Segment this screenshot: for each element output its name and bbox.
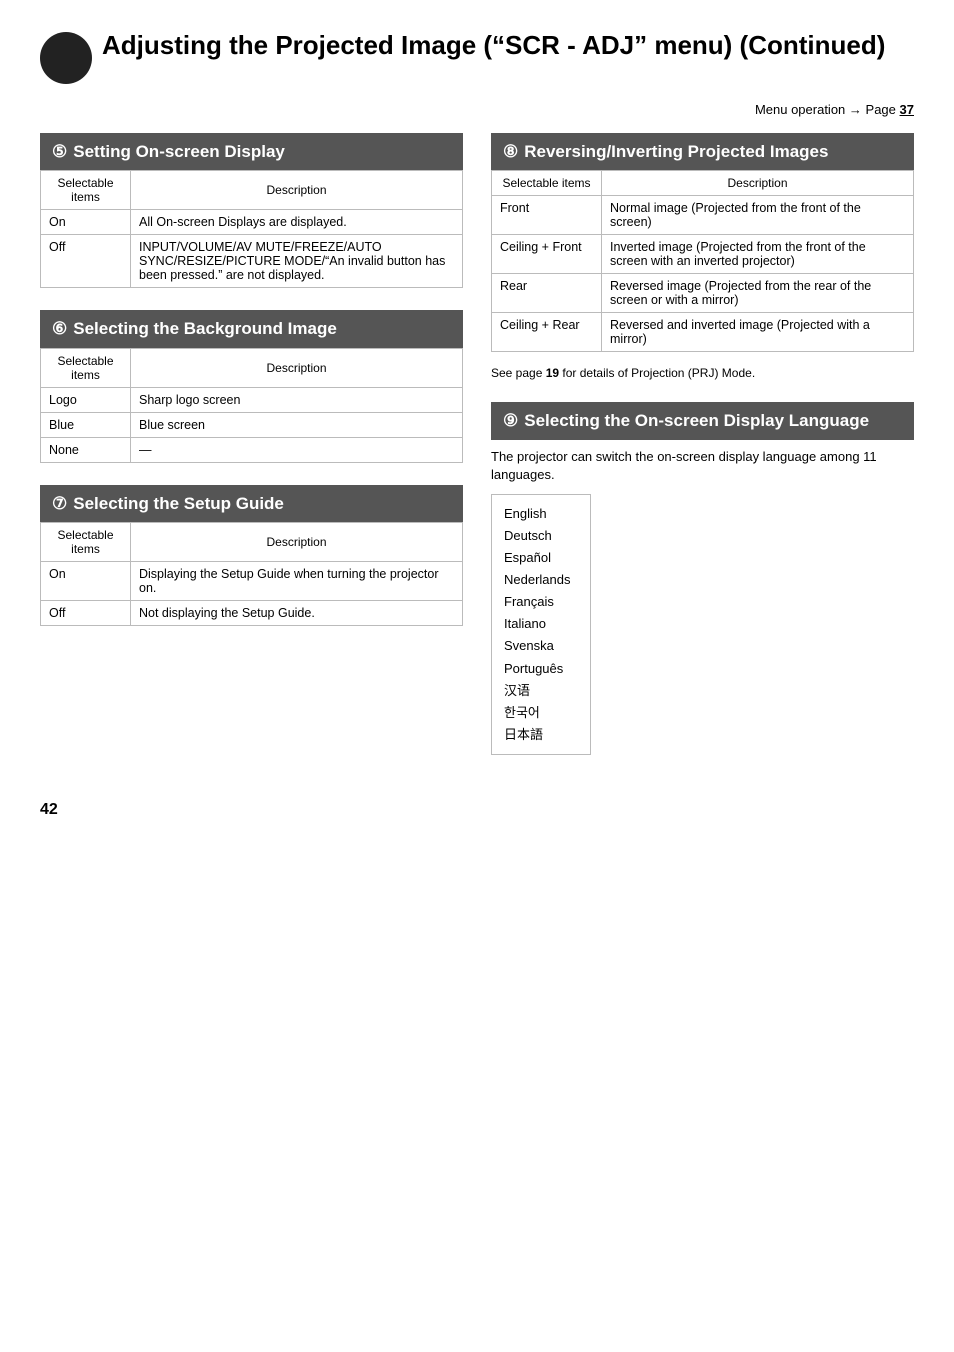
section-4-title: Setting On-screen Display	[73, 141, 285, 162]
menu-operation-text: Menu operation	[755, 102, 845, 117]
row-desc: Reversed image (Projected from the rear …	[602, 274, 914, 313]
menu-operation: Menu operation → Page 37	[40, 102, 914, 117]
table-row: OffINPUT/VOLUME/AV MUTE/FREEZE/AUTO SYNC…	[41, 235, 463, 288]
row-item: On	[41, 561, 131, 600]
s5-col-description: Description	[131, 348, 463, 387]
row-item: Off	[41, 600, 131, 625]
row-desc: Inverted image (Projected from the front…	[602, 235, 914, 274]
row-item: Off	[41, 235, 131, 288]
s6-col-selectable: Selectable items	[41, 522, 131, 561]
menu-operation-label: Page	[866, 102, 896, 117]
section-8-body: The projector can switch the on-screen d…	[491, 448, 914, 484]
row-item: Ceiling + Front	[492, 235, 602, 274]
section-8: ⑨ Selecting the On-screen Display Langua…	[491, 402, 914, 755]
row-item: Ceiling + Rear	[492, 313, 602, 352]
section-6-table: Selectable items Description OnDisplayin…	[40, 522, 463, 626]
language-item: 日本語	[504, 724, 578, 746]
see-page-number: 19	[546, 366, 559, 380]
left-column: ⑤ Setting On-screen Display Selectable i…	[40, 133, 463, 777]
table-row: None—	[41, 437, 463, 462]
language-item: Italiano	[504, 613, 578, 635]
section-4: ⑤ Setting On-screen Display Selectable i…	[40, 133, 463, 288]
table-row: OnDisplaying the Setup Guide when turnin…	[41, 561, 463, 600]
row-desc: All On-screen Displays are displayed.	[131, 210, 463, 235]
section-6: ⑦ Selecting the Setup Guide Selectable i…	[40, 485, 463, 626]
row-item: Logo	[41, 387, 131, 412]
row-desc: Reversed and inverted image (Projected w…	[602, 313, 914, 352]
section-8-number: ⑨	[503, 410, 518, 431]
row-item: Front	[492, 196, 602, 235]
table-row: LogoSharp logo screen	[41, 387, 463, 412]
section-6-title: Selecting the Setup Guide	[73, 493, 284, 514]
language-item: 汉语	[504, 680, 578, 702]
row-desc: Normal image (Projected from the front o…	[602, 196, 914, 235]
section-5-number: ⑥	[52, 318, 67, 339]
table-row: Ceiling + RearReversed and inverted imag…	[492, 313, 914, 352]
section-6-number: ⑦	[52, 493, 67, 514]
language-item: Français	[504, 591, 578, 613]
section-4-number: ⑤	[52, 141, 67, 162]
section-7-number: ⑧	[503, 141, 518, 162]
section-5-heading: ⑥ Selecting the Background Image	[40, 310, 463, 347]
row-desc: Not displaying the Setup Guide.	[131, 600, 463, 625]
row-item: Rear	[492, 274, 602, 313]
language-item: English	[504, 503, 578, 525]
s7-col-description: Description	[602, 171, 914, 196]
section-4-table: Selectable items Description OnAll On-sc…	[40, 170, 463, 288]
table-row: BlueBlue screen	[41, 412, 463, 437]
language-item: Nederlands	[504, 569, 578, 591]
row-desc: —	[131, 437, 463, 462]
table-row: RearReversed image (Projected from the r…	[492, 274, 914, 313]
see-page-note: See page 19 for details of Projection (P…	[491, 366, 914, 380]
table-row: OffNot displaying the Setup Guide.	[41, 600, 463, 625]
see-page-rest: for details of Projection (PRJ) Mode.	[559, 366, 755, 380]
section-8-title: Selecting the On-screen Display Language	[524, 410, 869, 431]
language-item: Português	[504, 658, 578, 680]
language-box: EnglishDeutschEspañolNederlandsFrançaisI…	[491, 494, 591, 755]
header-circle-icon	[40, 32, 92, 84]
table-row: OnAll On-screen Displays are displayed.	[41, 210, 463, 235]
s4-col-selectable: Selectable items	[41, 171, 131, 210]
row-item: On	[41, 210, 131, 235]
section-7-title: Reversing/Inverting Projected Images	[524, 141, 828, 162]
row-desc: Sharp logo screen	[131, 387, 463, 412]
page-header: Adjusting the Projected Image (“SCR - AD…	[40, 30, 914, 84]
right-column: ⑧ Reversing/Inverting Projected Images S…	[491, 133, 914, 777]
section-5-table: Selectable items Description LogoSharp l…	[40, 348, 463, 463]
table-row: FrontNormal image (Projected from the fr…	[492, 196, 914, 235]
s4-col-description: Description	[131, 171, 463, 210]
section-6-heading: ⑦ Selecting the Setup Guide	[40, 485, 463, 522]
language-item: Deutsch	[504, 525, 578, 547]
section-5: ⑥ Selecting the Background Image Selecta…	[40, 310, 463, 462]
section-8-heading: ⑨ Selecting the On-screen Display Langua…	[491, 402, 914, 439]
language-item: Svenska	[504, 635, 578, 657]
row-desc: Blue screen	[131, 412, 463, 437]
row-desc: INPUT/VOLUME/AV MUTE/FREEZE/AUTO SYNC/RE…	[131, 235, 463, 288]
section-7-heading: ⑧ Reversing/Inverting Projected Images	[491, 133, 914, 170]
s5-col-selectable: Selectable items	[41, 348, 131, 387]
page-number: 42	[40, 801, 914, 819]
page-title: Adjusting the Projected Image (“SCR - AD…	[102, 30, 914, 61]
section-7-table: Selectable items Description FrontNormal…	[491, 170, 914, 352]
row-desc: Displaying the Setup Guide when turning …	[131, 561, 463, 600]
section-7: ⑧ Reversing/Inverting Projected Images S…	[491, 133, 914, 380]
row-item: Blue	[41, 412, 131, 437]
menu-operation-page: 37	[900, 102, 914, 117]
section-5-title: Selecting the Background Image	[73, 318, 337, 339]
language-item: 한국어	[504, 702, 578, 724]
main-content: ⑤ Setting On-screen Display Selectable i…	[40, 133, 914, 777]
see-page-text: See page	[491, 366, 546, 380]
language-item: Español	[504, 547, 578, 569]
s7-col-selectable: Selectable items	[492, 171, 602, 196]
menu-operation-arrow: →	[849, 102, 862, 117]
row-item: None	[41, 437, 131, 462]
table-row: Ceiling + FrontInverted image (Projected…	[492, 235, 914, 274]
section-4-heading: ⑤ Setting On-screen Display	[40, 133, 463, 170]
s6-col-description: Description	[131, 522, 463, 561]
